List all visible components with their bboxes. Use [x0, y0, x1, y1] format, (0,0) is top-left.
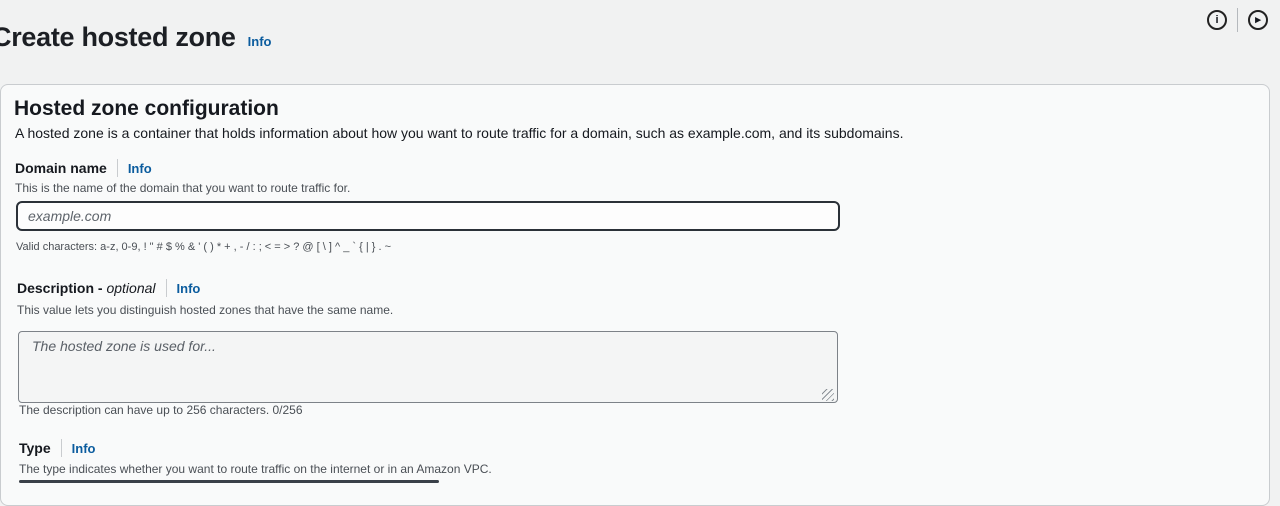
label-divider: [116, 159, 118, 177]
type-info-link[interactable]: Info: [72, 441, 96, 456]
textarea-resize-handle[interactable]: [822, 389, 834, 401]
type-label-row: Type Info: [19, 439, 95, 457]
feedback-circle-icon[interactable]: ▸: [1248, 10, 1268, 30]
description-label-row: Description - optional Info: [17, 279, 200, 297]
domain-name-hint: This is the name of the domain that you …: [15, 181, 351, 195]
page-title: Create hosted zone: [0, 22, 236, 52]
domain-name-constraint: Valid characters: a-z, 0-9, ! " # $ % & …: [16, 241, 391, 253]
domain-name-info-link[interactable]: Info: [128, 161, 152, 176]
type-label: Type: [19, 440, 51, 456]
page-header: Create hosted zone Info: [0, 22, 271, 62]
label-divider: [60, 439, 62, 457]
domain-name-label-row: Domain name Info: [15, 159, 152, 177]
domain-name-label: Domain name: [15, 160, 107, 176]
panel-description: A hosted zone is a container that holds …: [15, 125, 904, 141]
description-constraint: The description can have up to 256 chara…: [19, 403, 303, 417]
description-hint: This value lets you distinguish hosted z…: [17, 303, 394, 317]
description-info-link[interactable]: Info: [177, 281, 201, 296]
info-circle-icon[interactable]: i: [1207, 10, 1227, 30]
description-label: Description - optional: [17, 280, 156, 296]
hosted-zone-config-panel: Hosted zone configuration A hosted zone …: [0, 84, 1270, 506]
optional-tag: optional: [106, 280, 156, 296]
top-right-toolbar: i ▸: [1207, 8, 1268, 32]
panel-title: Hosted zone configuration: [14, 97, 279, 120]
label-divider: [165, 279, 167, 297]
description-textarea[interactable]: [18, 331, 838, 403]
toolbar-divider: [1237, 8, 1238, 32]
type-hint: The type indicates whether you want to r…: [19, 462, 492, 476]
header-info-link[interactable]: Info: [248, 34, 272, 49]
domain-name-input[interactable]: [16, 201, 840, 231]
